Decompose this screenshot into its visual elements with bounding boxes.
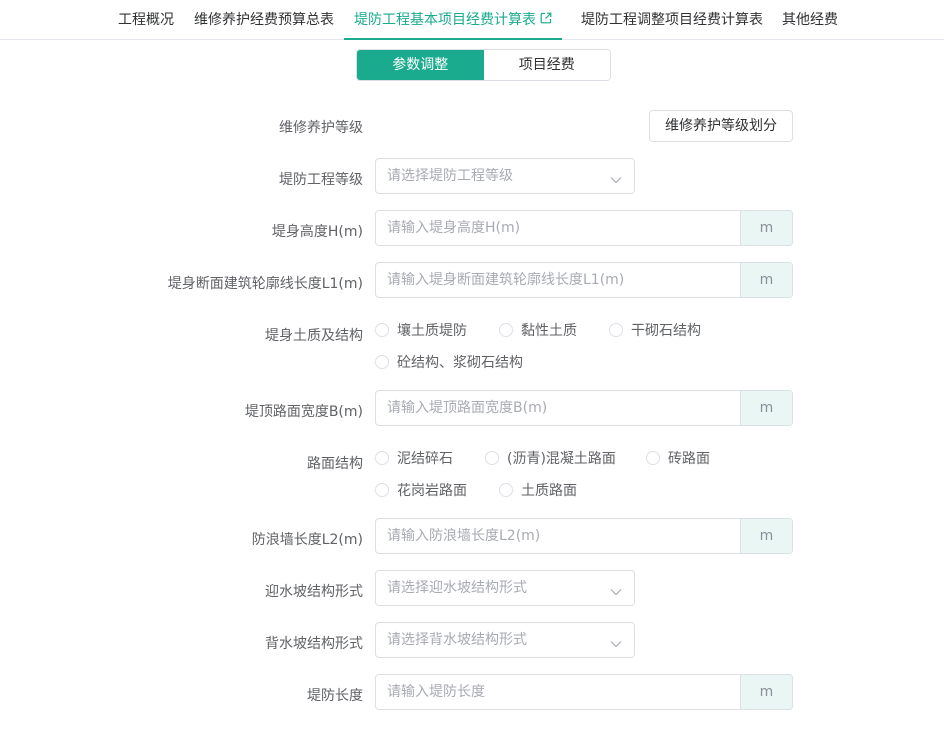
wave-wall-input-group: m — [375, 518, 793, 554]
crest-width-input-group: m — [375, 390, 793, 426]
downstream-slope-label: 背水坡结构形式 — [265, 636, 363, 652]
radio-label: 黏性土质 — [521, 323, 577, 339]
dike-grade-label: 堤防工程等级 — [279, 172, 363, 188]
height-input-group: m — [375, 210, 793, 246]
road-radio-soil[interactable]: 土质路面 — [499, 480, 577, 500]
radio-circle — [499, 323, 513, 337]
road-radio-asphalt-concrete[interactable]: (沥青)混凝土路面 — [485, 448, 616, 468]
radio-circle — [609, 323, 623, 337]
road-radio-mud-gravel[interactable]: 泥结碎石 — [375, 448, 453, 468]
road-radio-granite[interactable]: 花岗岩路面 — [375, 480, 467, 500]
radio-label: (沥青)混凝土路面 — [507, 451, 616, 467]
road-radio-brick[interactable]: 砖路面 — [646, 448, 710, 468]
soil-structure-label: 堤身土质及结构 — [265, 328, 363, 344]
height-unit: m — [740, 211, 792, 245]
dike-grade-select[interactable]: 请选择堤防工程等级 — [375, 158, 635, 194]
external-link-icon — [540, 0, 552, 40]
height-input[interactable] — [376, 211, 741, 245]
road-structure-label: 路面结构 — [307, 456, 363, 472]
wave-wall-label: 防浪墙长度L2(m) — [251, 532, 363, 548]
radio-circle — [375, 451, 389, 465]
radio-circle — [485, 451, 499, 465]
chevron-down-icon — [610, 636, 622, 652]
downstream-slope-select[interactable]: 请选择背水坡结构形式 — [375, 622, 635, 658]
tab-project-overview[interactable]: 工程概况 — [118, 0, 174, 40]
radio-label: 壤土质堤防 — [397, 323, 467, 339]
dike-length-input-group: m — [375, 674, 793, 710]
tab-dike-basic-items-label: 堤防工程基本项目经费计算表 — [354, 12, 536, 28]
param-adjust-button[interactable]: 参数调整 — [357, 50, 484, 80]
soil-radio-concrete[interactable]: 砼结构、浆砌石结构 — [375, 352, 523, 372]
radio-circle — [375, 323, 389, 337]
radio-label: 泥结碎石 — [397, 451, 453, 467]
radio-label: 干砌石结构 — [631, 323, 701, 339]
soil-radio-clay[interactable]: 黏性土质 — [499, 320, 577, 340]
chevron-down-icon — [610, 584, 622, 600]
grade-division-button[interactable]: 维修养护等级划分 — [649, 110, 793, 142]
wave-wall-input[interactable] — [376, 519, 741, 553]
radio-circle — [499, 483, 513, 497]
contour-length-input-group: m — [375, 262, 793, 298]
crest-width-input[interactable] — [376, 391, 741, 425]
dike-length-input[interactable] — [376, 675, 741, 709]
radio-label: 花岗岩路面 — [397, 483, 467, 499]
tab-maintenance-budget-summary[interactable]: 维修养护经费预算总表 — [194, 0, 334, 40]
upstream-slope-select[interactable]: 请选择迎水坡结构形式 — [375, 570, 635, 606]
dike-length-label: 堤防长度 — [307, 688, 363, 704]
crest-width-label: 堤顶路面宽度B(m) — [244, 404, 363, 420]
wave-wall-unit: m — [740, 519, 792, 553]
radio-circle — [375, 483, 389, 497]
height-label: 堤身高度H(m) — [271, 224, 363, 240]
radio-circle — [646, 451, 660, 465]
upstream-slope-label: 迎水坡结构形式 — [265, 584, 363, 600]
tab-other-expenses[interactable]: 其他经费 — [782, 0, 838, 40]
tab-dike-adjusted-items[interactable]: 堤防工程调整项目经费计算表 — [581, 0, 763, 40]
dike-length-unit: m — [740, 675, 792, 709]
downstream-slope-placeholder: 请选择背水坡结构形式 — [387, 632, 527, 648]
chevron-down-icon — [610, 172, 622, 188]
upstream-slope-placeholder: 请选择迎水坡结构形式 — [387, 580, 527, 596]
contour-length-input[interactable] — [376, 263, 741, 297]
view-switch: 参数调整 项目经费 — [356, 49, 611, 81]
soil-radio-loam[interactable]: 壤土质堤防 — [375, 320, 467, 340]
radio-label: 砖路面 — [668, 451, 710, 467]
soil-radio-dry-stone[interactable]: 干砌石结构 — [609, 320, 701, 340]
project-expense-button[interactable]: 项目经费 — [483, 50, 610, 80]
radio-label: 砼结构、浆砌石结构 — [397, 355, 523, 371]
radio-label: 土质路面 — [521, 483, 577, 499]
radio-circle — [375, 355, 389, 369]
contour-length-label: 堤身断面建筑轮廓线长度L1(m) — [167, 276, 363, 292]
dike-grade-placeholder: 请选择堤防工程等级 — [387, 168, 513, 184]
contour-length-unit: m — [740, 263, 792, 297]
crest-width-unit: m — [740, 391, 792, 425]
maintenance-grade-label: 维修养护等级 — [279, 120, 363, 136]
top-nav: 工程概况 维修养护经费预算总表 堤防工程基本项目经费计算表 堤防工程调整项目经费… — [0, 0, 944, 40]
tab-dike-basic-items[interactable]: 堤防工程基本项目经费计算表 — [344, 0, 562, 40]
